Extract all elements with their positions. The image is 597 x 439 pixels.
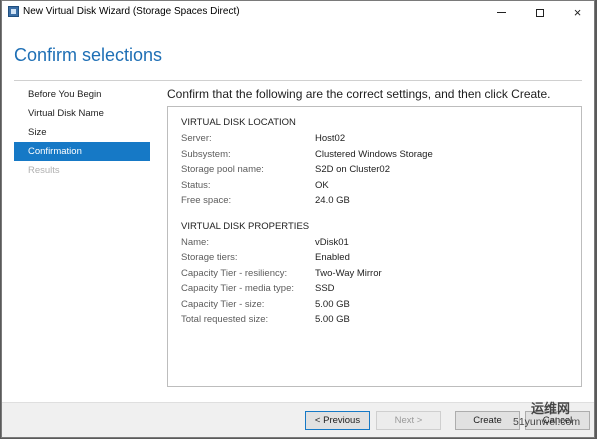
row-label: Capacity Tier - resiliency: <box>181 267 288 279</box>
row-label: Name: <box>181 236 209 248</box>
summary-row: Server: Host02 <box>181 133 571 147</box>
row-value: 24.0 GB <box>315 195 350 206</box>
row-label: Subsystem: <box>181 148 231 160</box>
maximize-button[interactable] <box>523 1 556 24</box>
row-value: Two-Way Mirror <box>315 267 382 279</box>
summary-row: Total requested size: 5.00 GB <box>181 314 571 328</box>
section-title-location: VIRTUAL DISK LOCATION <box>181 117 296 128</box>
row-value: 5.00 GB <box>315 298 350 310</box>
minimize-button[interactable] <box>485 1 518 24</box>
wizard-footer: < Previous Next > Create Cancel 运维网 51yu… <box>2 400 594 437</box>
maximize-icon <box>535 8 544 17</box>
row-value: OK <box>315 179 329 191</box>
summary-row: Subsystem: Clustered Windows Storage <box>181 149 571 163</box>
row-label: Status: <box>181 179 211 191</box>
minimize-icon <box>497 12 506 13</box>
nav-item-before-you-begin[interactable]: Before You Begin <box>14 85 150 104</box>
summary-row: Name: vDisk01 <box>181 237 571 251</box>
watermark-site-name: 运维网 <box>531 401 571 416</box>
wizard-app-icon <box>8 6 19 17</box>
summary-row: Free space: 24.0 GB <box>181 195 571 209</box>
summary-row: Storage pool name: S2D on Cluster02 <box>181 164 571 178</box>
window-title: New Virtual Disk Wizard (Storage Spaces … <box>23 6 240 17</box>
close-icon: × <box>573 5 582 20</box>
row-value: Clustered Windows Storage <box>315 148 433 160</box>
close-button[interactable]: × <box>561 1 594 24</box>
row-value: SSD <box>315 283 335 294</box>
title-bar[interactable]: New Virtual Disk Wizard (Storage Spaces … <box>2 1 594 24</box>
page-title: Confirm selections <box>14 45 163 65</box>
wizard-steps-nav: Before You Begin Virtual Disk Name Size … <box>14 85 150 180</box>
row-label: Capacity Tier - media type: <box>181 283 294 294</box>
row-label: Capacity Tier - size: <box>181 298 265 310</box>
previous-button[interactable]: < Previous <box>305 411 370 430</box>
nav-item-size[interactable]: Size <box>14 123 150 142</box>
row-label: Storage tiers: <box>181 252 238 263</box>
section-title-properties: VIRTUAL DISK PROPERTIES <box>181 221 310 232</box>
next-button: Next > <box>376 411 441 430</box>
content-heading: Confirm that the following are the corre… <box>167 87 551 101</box>
summary-row: Status: OK <box>181 180 571 194</box>
row-label: Storage pool name: <box>181 164 264 175</box>
row-value: Enabled <box>315 252 350 263</box>
row-label: Total requested size: <box>181 314 269 325</box>
nav-item-results: Results <box>28 165 60 176</box>
watermark-url: 51yunwei.com <box>513 416 581 428</box>
row-value: 5.00 GB <box>315 314 350 325</box>
summary-row: Capacity Tier - media type: SSD <box>181 283 571 297</box>
confirmation-summary: VIRTUAL DISK LOCATION Server: Host02 Sub… <box>167 106 582 387</box>
row-value: Host02 <box>315 133 346 144</box>
row-label: Free space: <box>181 195 232 206</box>
nav-item-virtual-disk-name[interactable]: Virtual Disk Name <box>14 104 150 123</box>
header-divider <box>14 80 582 81</box>
row-label: Server: <box>181 133 212 144</box>
nav-item-confirmation[interactable]: Confirmation <box>14 142 150 161</box>
row-value: S2D on Cluster02 <box>315 164 390 175</box>
summary-row: Storage tiers: Enabled <box>181 252 571 266</box>
summary-row: Capacity Tier - resiliency: Two-Way Mirr… <box>181 268 571 282</box>
row-value: vDisk01 <box>315 236 349 248</box>
wizard-window: New Virtual Disk Wizard (Storage Spaces … <box>1 0 595 438</box>
summary-row: Capacity Tier - size: 5.00 GB <box>181 299 571 313</box>
site-watermark: 运维网 51yunwei.com <box>499 400 591 434</box>
